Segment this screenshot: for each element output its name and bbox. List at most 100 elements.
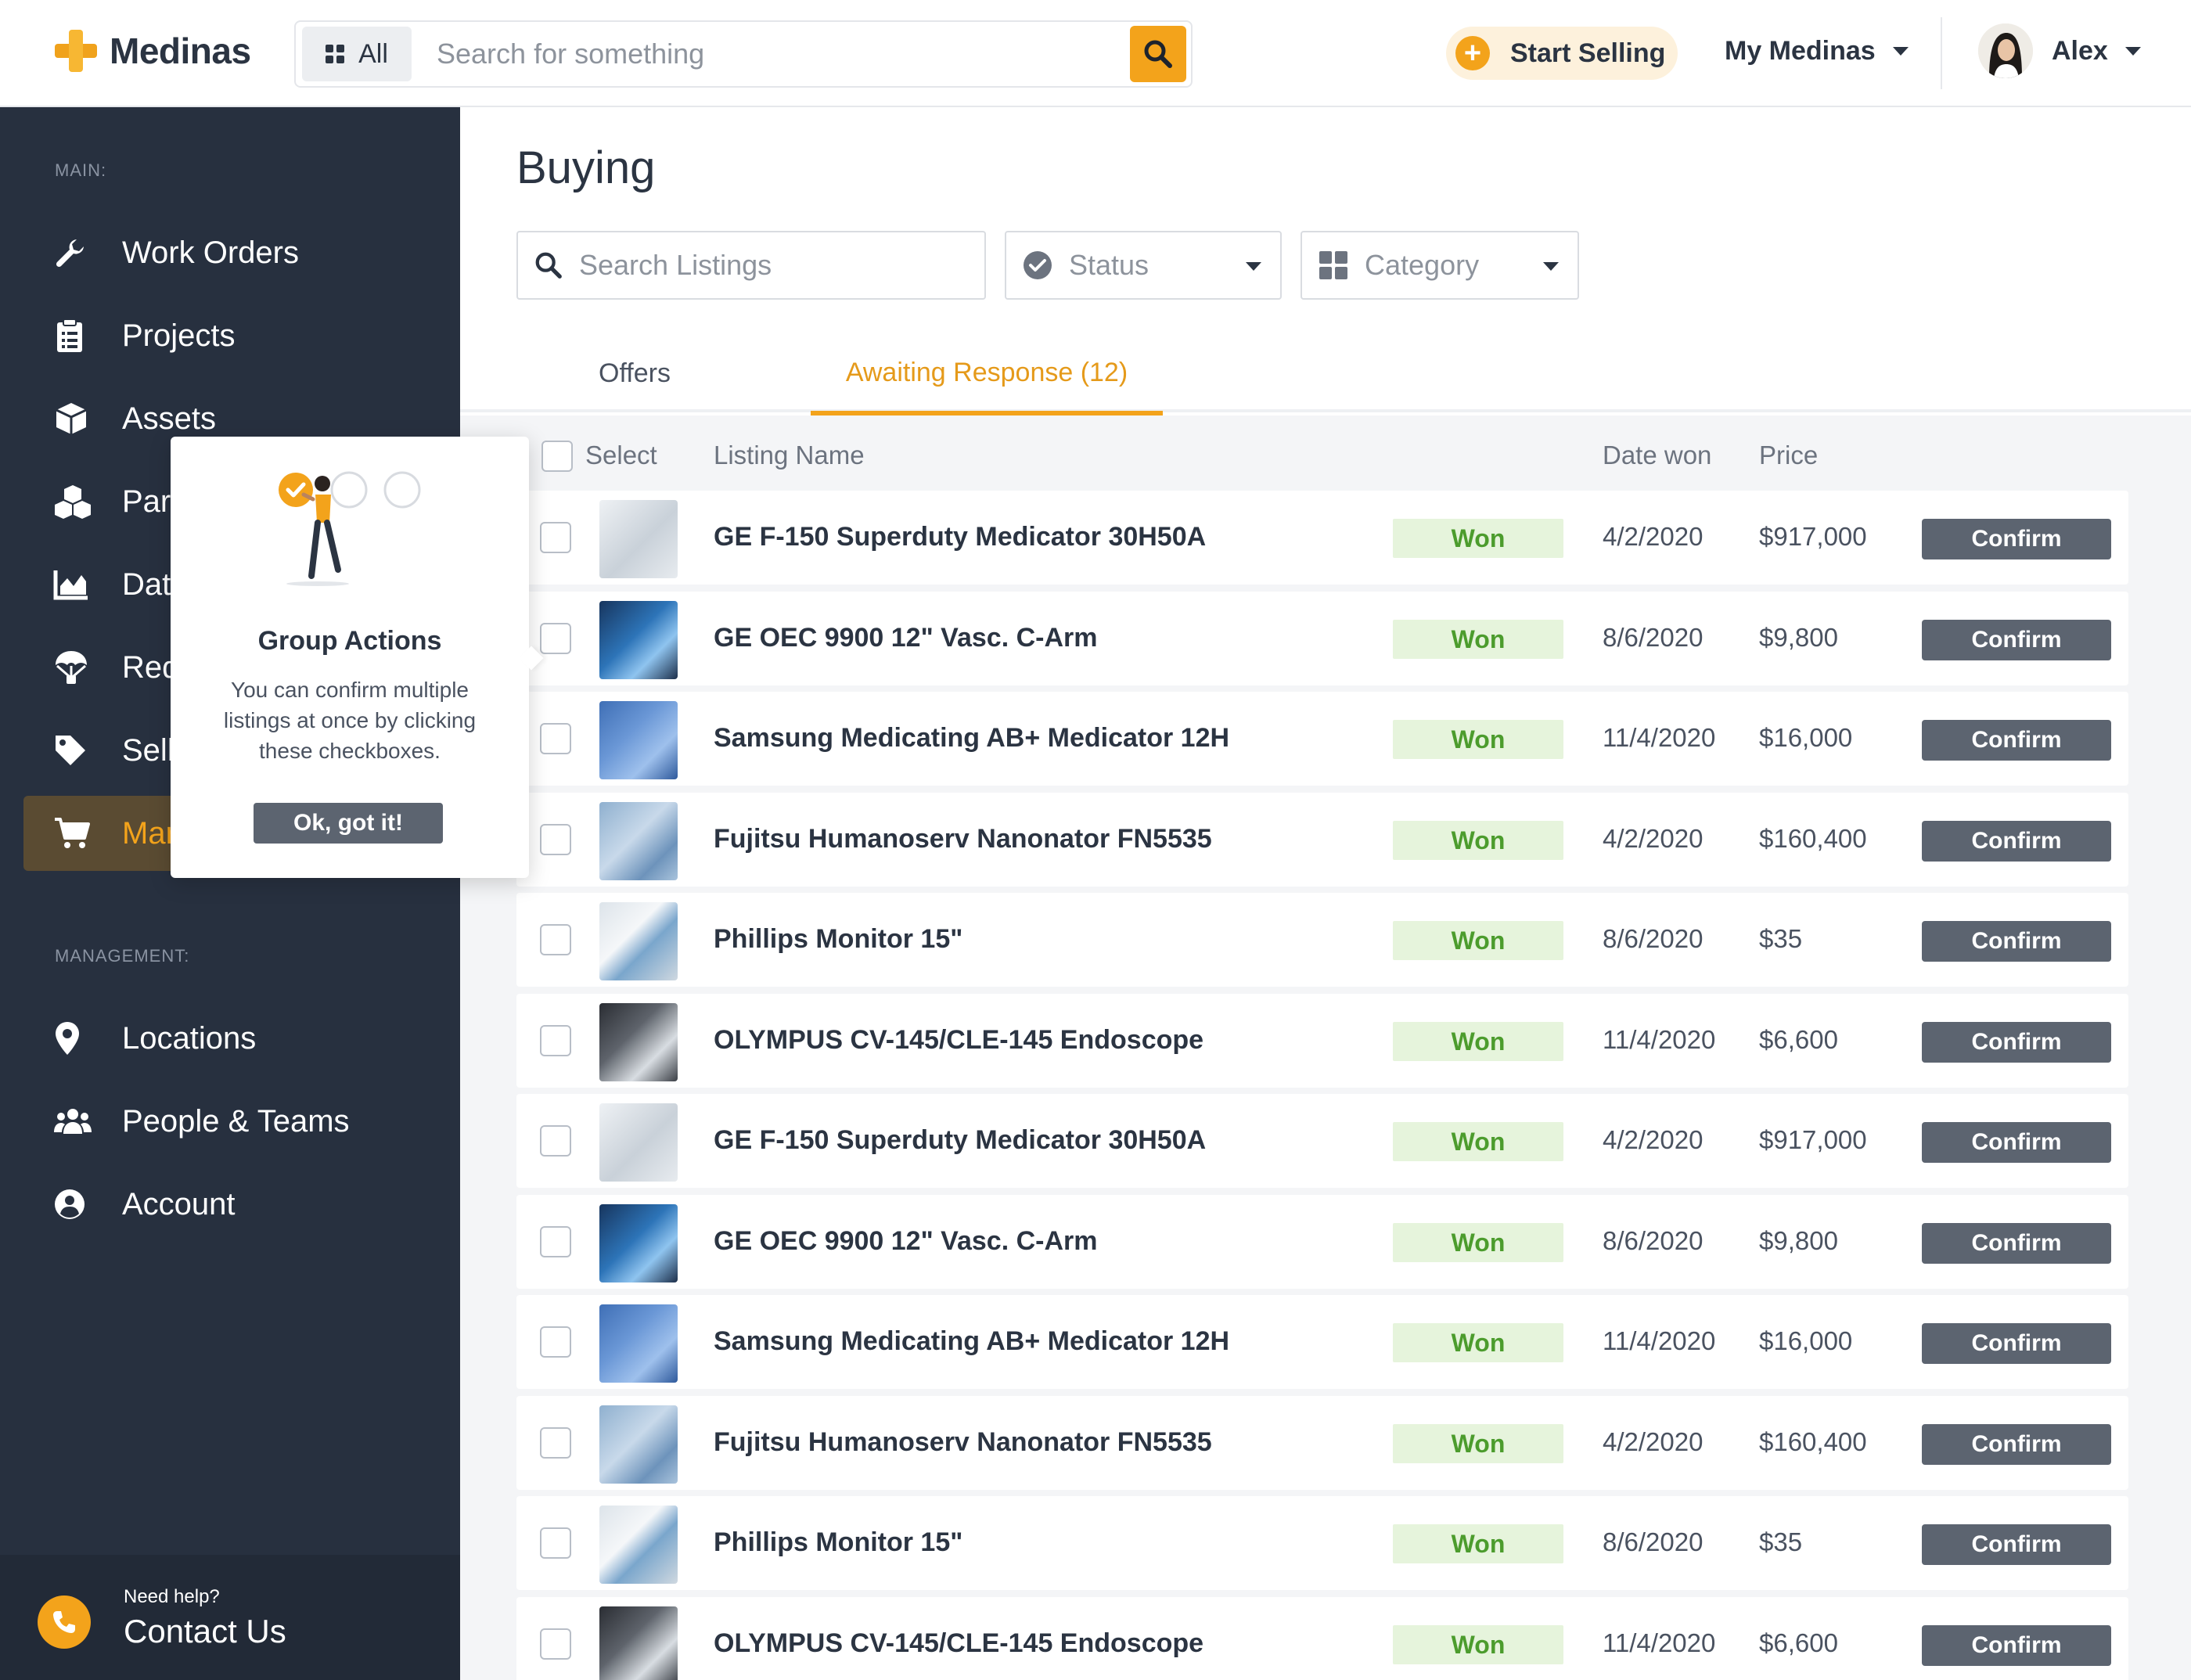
listing-name[interactable]: Phillips Monitor 15": [714, 1527, 962, 1558]
tooltip-dismiss-button[interactable]: Ok, got it!: [254, 803, 443, 844]
user-menu[interactable]: Alex: [1978, 23, 2141, 78]
table-row: Phillips Monitor 15" Won 8/6/2020 $35 Confir…: [516, 893, 2128, 987]
confirm-button[interactable]: Confirm: [1922, 1524, 2111, 1565]
sidebar-section-main: MAIN:: [55, 160, 107, 180]
table-header: Select Listing Name Date won Price: [516, 434, 2128, 481]
row-checkbox[interactable]: [540, 723, 571, 754]
listing-name[interactable]: OLYMPUS CV-145/CLE-145 Endoscope: [714, 1025, 1203, 1056]
account-icon: [53, 1185, 105, 1223]
search-input[interactable]: Search for something: [437, 38, 1130, 70]
row-checkbox[interactable]: [540, 924, 571, 955]
confirm-button[interactable]: Confirm: [1922, 1625, 2111, 1666]
sidebar-item-people-teams[interactable]: People & Teams: [23, 1084, 437, 1159]
search-scope-button[interactable]: All: [302, 27, 412, 81]
confirm-button[interactable]: Confirm: [1922, 1122, 2111, 1163]
date-won: 8/6/2020: [1603, 1527, 1704, 1556]
table-row: Phillips Monitor 15" Won 8/6/2020 $35 Confir…: [516, 1496, 2128, 1590]
help-contact[interactable]: Need help? Contact Us: [0, 1555, 460, 1680]
row-checkbox[interactable]: [540, 623, 571, 654]
listing-name[interactable]: OLYMPUS CV-145/CLE-145 Endoscope: [714, 1628, 1203, 1659]
status-filter-label: Status: [1069, 249, 1149, 281]
category-filter-label: Category: [1365, 249, 1480, 281]
status-badge: Won: [1393, 720, 1563, 759]
tab-offers[interactable]: Offers: [529, 334, 740, 412]
listing-thumbnail: [599, 802, 678, 880]
confirm-button[interactable]: Confirm: [1922, 1424, 2111, 1465]
listing-name[interactable]: GE F-150 Superduty Medicator 30H50A: [714, 1125, 1206, 1156]
help-need-text: Need help?: [124, 1586, 220, 1607]
listing-name[interactable]: GE F-150 Superduty Medicator 30H50A: [714, 522, 1206, 552]
confirm-button[interactable]: Confirm: [1922, 519, 2111, 559]
confirm-button[interactable]: Confirm: [1922, 1223, 2111, 1264]
listing-name[interactable]: Phillips Monitor 15": [714, 924, 962, 955]
price: $9,800: [1759, 1226, 1838, 1255]
confirm-button[interactable]: Confirm: [1922, 720, 2111, 761]
sidebar-section-management: MANAGEMENT:: [55, 946, 190, 966]
listing-name[interactable]: GE OEC 9900 12" Vasc. C-Arm: [714, 1226, 1097, 1257]
status-badge: Won: [1393, 1022, 1563, 1061]
listing-thumbnail: [599, 1506, 678, 1584]
row-checkbox[interactable]: [540, 1427, 571, 1459]
sidebar-item-work-orders[interactable]: Work Orders: [23, 215, 437, 290]
row-checkbox[interactable]: [540, 522, 571, 553]
search-button[interactable]: [1130, 26, 1186, 82]
listing-name[interactable]: Fujitsu Humanoserv Nanonator FN5535: [714, 1427, 1212, 1458]
person-with-steps-illustration: [279, 471, 421, 586]
confirm-button[interactable]: Confirm: [1922, 620, 2111, 660]
select-all-checkbox[interactable]: [541, 441, 573, 472]
row-checkbox[interactable]: [540, 1125, 571, 1157]
table-row: OLYMPUS CV-145/CLE-145 Endoscope Won 11/4/…: [516, 1597, 2128, 1680]
status-badge: Won: [1393, 1625, 1563, 1664]
listing-name[interactable]: GE OEC 9900 12" Vasc. C-Arm: [714, 623, 1097, 653]
listing-thumbnail: [599, 1405, 678, 1484]
listing-name[interactable]: Samsung Medicating AB+ Medicator 12H: [714, 723, 1229, 754]
chevron-down-icon: [1892, 47, 1909, 56]
column-header-select: Select: [585, 441, 657, 469]
table-row: GE F-150 Superduty Medicator 30H50A Won 4/…: [516, 491, 2128, 585]
column-header-listing-name: Listing Name: [714, 441, 865, 469]
row-checkbox[interactable]: [540, 1025, 571, 1056]
listing-name[interactable]: Fujitsu Humanoserv Nanonator FN5535: [714, 824, 1212, 854]
price: $9,800: [1759, 623, 1838, 652]
category-filter-dropdown[interactable]: Category: [1301, 231, 1579, 300]
confirm-button[interactable]: Confirm: [1922, 1022, 2111, 1063]
row-checkbox[interactable]: [540, 1527, 571, 1559]
date-won: 11/4/2020: [1603, 723, 1716, 752]
table-row: GE F-150 Superduty Medicator 30H50A Won 4/…: [516, 1094, 2128, 1188]
sidebar-item-account[interactable]: Account: [23, 1167, 437, 1242]
row-checkbox[interactable]: [540, 1226, 571, 1257]
chevron-down-icon: [1246, 262, 1261, 271]
tab-awaiting-response[interactable]: Awaiting Response (12): [811, 334, 1163, 416]
listing-thumbnail: [599, 1304, 678, 1383]
row-checkbox[interactable]: [540, 1628, 571, 1660]
price: $35: [1759, 924, 1803, 953]
listings-table: Select Listing Name Date won Price GE F-…: [460, 416, 2191, 1680]
row-checkbox[interactable]: [540, 1326, 571, 1358]
date-won: 11/4/2020: [1603, 1326, 1716, 1355]
table-row: GE OEC 9900 12" Vasc. C-Arm Won 8/6/2020 $9…: [516, 592, 2128, 685]
confirm-button[interactable]: Confirm: [1922, 1323, 2111, 1364]
tooltip-title: Group Actions: [257, 626, 442, 656]
sidebar-item-projects[interactable]: Projects: [23, 298, 437, 373]
confirm-button[interactable]: Confirm: [1922, 921, 2111, 962]
column-header-date-won: Date won: [1603, 441, 1712, 469]
status-badge: Won: [1393, 1524, 1563, 1563]
status-filter-dropdown[interactable]: Status: [1005, 231, 1282, 300]
status-badge: Won: [1393, 519, 1563, 558]
status-badge: Won: [1393, 1122, 1563, 1161]
confirm-button[interactable]: Confirm: [1922, 821, 2111, 862]
listing-name[interactable]: Samsung Medicating AB+ Medicator 12H: [714, 1326, 1229, 1357]
status-badge: Won: [1393, 1424, 1563, 1463]
start-selling-button[interactable]: + Start Selling: [1446, 27, 1678, 80]
listing-thumbnail: [599, 701, 678, 779]
boxes-icon: [53, 483, 105, 520]
search-listings-input[interactable]: Search Listings: [516, 231, 986, 300]
row-checkbox[interactable]: [540, 824, 571, 855]
contact-us-link[interactable]: Contact Us: [124, 1613, 286, 1650]
price: $917,000: [1759, 1125, 1867, 1154]
date-won: 4/2/2020: [1603, 1125, 1704, 1154]
my-medinas-menu[interactable]: My Medinas: [1725, 36, 1909, 67]
sidebar-item-locations[interactable]: Locations: [23, 1001, 437, 1076]
medinas-logo[interactable]: Medinas: [53, 28, 251, 74]
status-badge: Won: [1393, 1223, 1563, 1262]
